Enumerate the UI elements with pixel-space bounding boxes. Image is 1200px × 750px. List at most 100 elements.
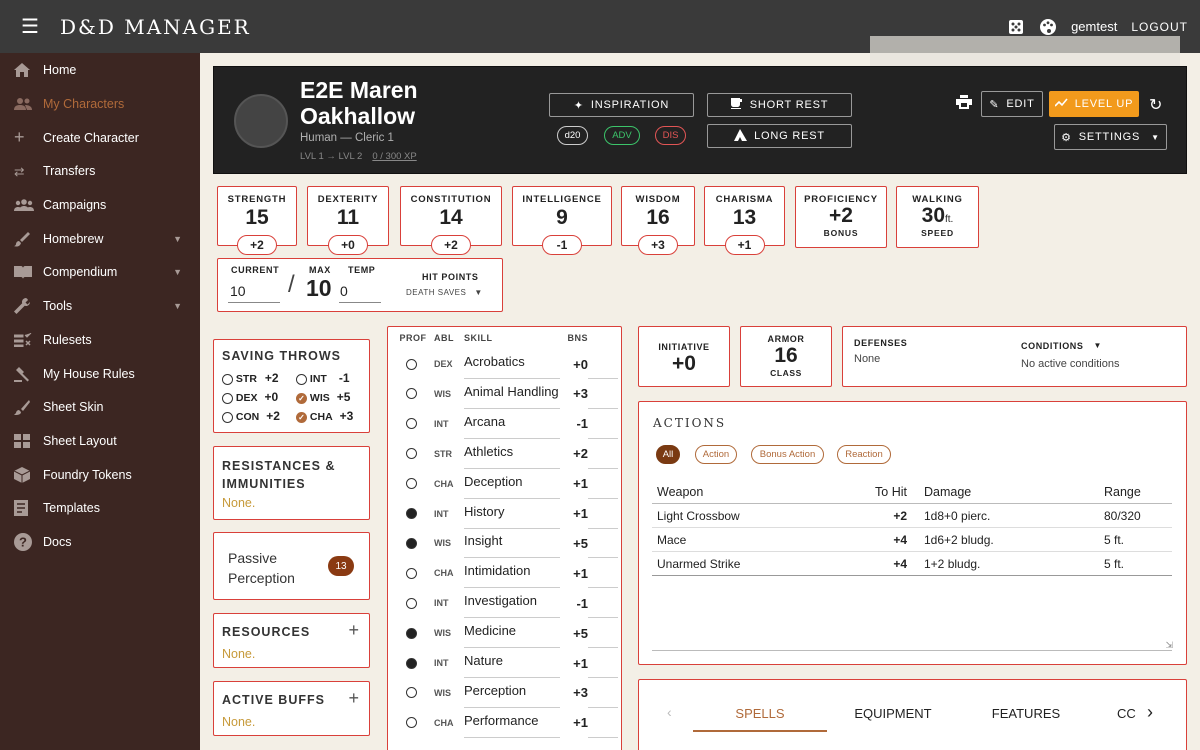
- sidebar-item-my-house-rules[interactable]: My House Rules: [0, 357, 200, 391]
- skill-row[interactable]: WIS Medicine +5: [388, 618, 620, 649]
- chevron-left-icon[interactable]: ‹: [667, 704, 672, 720]
- skill-bonus[interactable]: +1: [560, 476, 588, 491]
- ability-wisdom[interactable]: WISDOM 16 +3: [621, 186, 695, 255]
- save-int[interactable]: INT -1: [296, 371, 350, 385]
- edit-button[interactable]: ✎ EDIT: [981, 91, 1043, 117]
- palette-icon[interactable]: [1039, 18, 1057, 36]
- weapon-tohit[interactable]: +4: [847, 557, 907, 571]
- skill-bonus[interactable]: +3: [560, 386, 588, 401]
- username[interactable]: gemtest: [1071, 19, 1117, 34]
- skill-name[interactable]: Deception: [464, 469, 560, 499]
- tab-bonus-action[interactable]: Bonus Action: [751, 445, 824, 464]
- save-wis[interactable]: ✓ WIS +5: [296, 390, 350, 404]
- tab-all[interactable]: All: [656, 445, 680, 464]
- skill-name[interactable]: Investigation: [464, 588, 560, 619]
- skill-prof-indicator[interactable]: [388, 627, 434, 639]
- weapon-damage[interactable]: 1d6+2 bludg.: [907, 533, 1104, 547]
- sidebar-item-tools[interactable]: Tools ▼: [0, 289, 200, 323]
- table-row[interactable]: Mace +4 1d6+2 bludg. 5 ft.: [652, 528, 1172, 552]
- refresh-icon[interactable]: ↻: [1149, 95, 1162, 115]
- disadvantage-button[interactable]: DIS: [655, 126, 686, 145]
- tab-reaction[interactable]: Reaction: [837, 445, 891, 464]
- skill-name[interactable]: Acrobatics: [464, 349, 560, 379]
- actions-notes-area[interactable]: [652, 650, 1172, 651]
- skill-bonus[interactable]: +1: [560, 715, 588, 730]
- ability-dexterity[interactable]: DEXTERITY 11 +0: [307, 186, 389, 255]
- skill-name[interactable]: Performance: [464, 708, 560, 738]
- skill-bonus[interactable]: -1: [560, 416, 588, 431]
- skill-bonus[interactable]: +3: [560, 685, 588, 700]
- skill-row[interactable]: INT Nature +1: [388, 648, 620, 678]
- save-dex[interactable]: DEX +0: [222, 390, 278, 404]
- skill-prof-indicator[interactable]: [388, 717, 434, 729]
- skill-row[interactable]: CHA Performance +1: [388, 708, 620, 738]
- skill-name[interactable]: History: [464, 499, 560, 529]
- skill-name[interactable]: Intimidation: [464, 558, 560, 589]
- skill-prof-indicator[interactable]: [388, 687, 434, 699]
- sidebar-item-compendium[interactable]: Compendium ▼: [0, 256, 200, 290]
- ability-modifier[interactable]: +3: [638, 235, 678, 255]
- long-rest-button[interactable]: LONG REST: [707, 124, 852, 148]
- save-con[interactable]: CON +2: [222, 409, 280, 423]
- table-row[interactable]: Light Crossbow +2 1d8+0 pierc. 80/320: [652, 504, 1172, 528]
- inspiration-button[interactable]: ✦ INSPIRATION: [549, 93, 694, 117]
- sidebar-item-docs[interactable]: ? Docs: [0, 525, 200, 559]
- app-brand[interactable]: D&D MANAGER: [60, 15, 251, 39]
- skill-prof-indicator[interactable]: [388, 537, 434, 549]
- save-str[interactable]: STR +2: [222, 371, 279, 385]
- weapon-damage[interactable]: 1+2 bludg.: [907, 557, 1104, 571]
- save-cha[interactable]: ✓ CHA +3: [296, 409, 353, 423]
- tab-more[interactable]: CC: [1117, 706, 1139, 721]
- ability-charisma[interactable]: CHARISMA 13 +1: [704, 186, 785, 255]
- skill-row[interactable]: WIS Insight +5: [388, 528, 620, 559]
- skill-row[interactable]: DEX Acrobatics +0: [388, 349, 620, 379]
- sidebar-item-rulesets[interactable]: Rulesets: [0, 323, 200, 357]
- skill-prof-indicator[interactable]: [388, 358, 434, 370]
- skill-bonus[interactable]: +1: [560, 656, 588, 671]
- sidebar-item-my-characters[interactable]: My Characters: [0, 87, 200, 121]
- conditions-dropdown[interactable]: CONDITIONS ▼: [1021, 341, 1102, 351]
- ability-constitution[interactable]: CONSTITUTION 14 +2: [400, 186, 502, 255]
- weapon-damage[interactable]: 1d8+0 pierc.: [907, 509, 1104, 523]
- tab-features[interactable]: FEATURES: [972, 706, 1080, 721]
- skill-name[interactable]: Insight: [464, 528, 560, 559]
- add-buff-button[interactable]: +: [348, 688, 359, 709]
- skill-bonus[interactable]: -1: [560, 596, 588, 611]
- ability-modifier[interactable]: +1: [724, 235, 765, 255]
- death-saves-toggle[interactable]: DEATH SAVES ▼: [406, 288, 483, 297]
- skill-row[interactable]: INT Arcana -1: [388, 409, 620, 439]
- ability-strength[interactable]: STRENGTH 15 +2: [217, 186, 297, 255]
- tab-spells[interactable]: SPELLS: [693, 706, 827, 732]
- skill-name[interactable]: Perception: [464, 678, 560, 708]
- skill-prof-indicator[interactable]: [388, 508, 434, 519]
- ability-modifier[interactable]: +2: [431, 235, 471, 255]
- skill-prof-indicator[interactable]: [388, 597, 434, 609]
- skill-row[interactable]: CHA Intimidation +1: [388, 558, 620, 589]
- skill-bonus[interactable]: +1: [560, 566, 588, 581]
- ability-modifier[interactable]: +0: [328, 235, 368, 255]
- skill-name[interactable]: Nature: [464, 648, 560, 678]
- skill-bonus[interactable]: +2: [560, 446, 588, 461]
- print-icon[interactable]: [956, 95, 972, 112]
- skill-bonus[interactable]: +1: [560, 506, 588, 521]
- short-rest-button[interactable]: SHORT REST: [707, 93, 852, 117]
- sidebar-item-transfers[interactable]: ⇄ Transfers: [0, 155, 200, 189]
- chevron-right-icon[interactable]: ›: [1147, 702, 1153, 723]
- skill-row[interactable]: WIS Perception +3: [388, 678, 620, 708]
- sidebar-item-sheet-layout[interactable]: Sheet Layout: [0, 424, 200, 458]
- initiative-panel[interactable]: INITIATIVE +0: [638, 326, 730, 387]
- sidebar-item-homebrew[interactable]: Homebrew ▼: [0, 222, 200, 256]
- skill-row[interactable]: CHA Deception +1: [388, 469, 620, 499]
- settings-button[interactable]: ⚙ SETTINGS ▼: [1054, 124, 1167, 150]
- sidebar-item-sheet-skin[interactable]: Sheet Skin: [0, 390, 200, 424]
- hp-current-input[interactable]: 10: [228, 279, 280, 303]
- skill-prof-indicator[interactable]: [388, 567, 434, 579]
- tab-equipment[interactable]: EQUIPMENT: [839, 706, 947, 721]
- skill-name[interactable]: Medicine: [464, 618, 560, 649]
- d20-button[interactable]: d20: [557, 126, 588, 145]
- tab-action[interactable]: Action: [695, 445, 737, 464]
- weapon-tohit[interactable]: +2: [847, 509, 907, 523]
- sidebar-item-campaigns[interactable]: Campaigns: [0, 188, 200, 222]
- sidebar-item-templates[interactable]: Templates: [0, 491, 200, 525]
- skill-prof-indicator[interactable]: [388, 418, 434, 430]
